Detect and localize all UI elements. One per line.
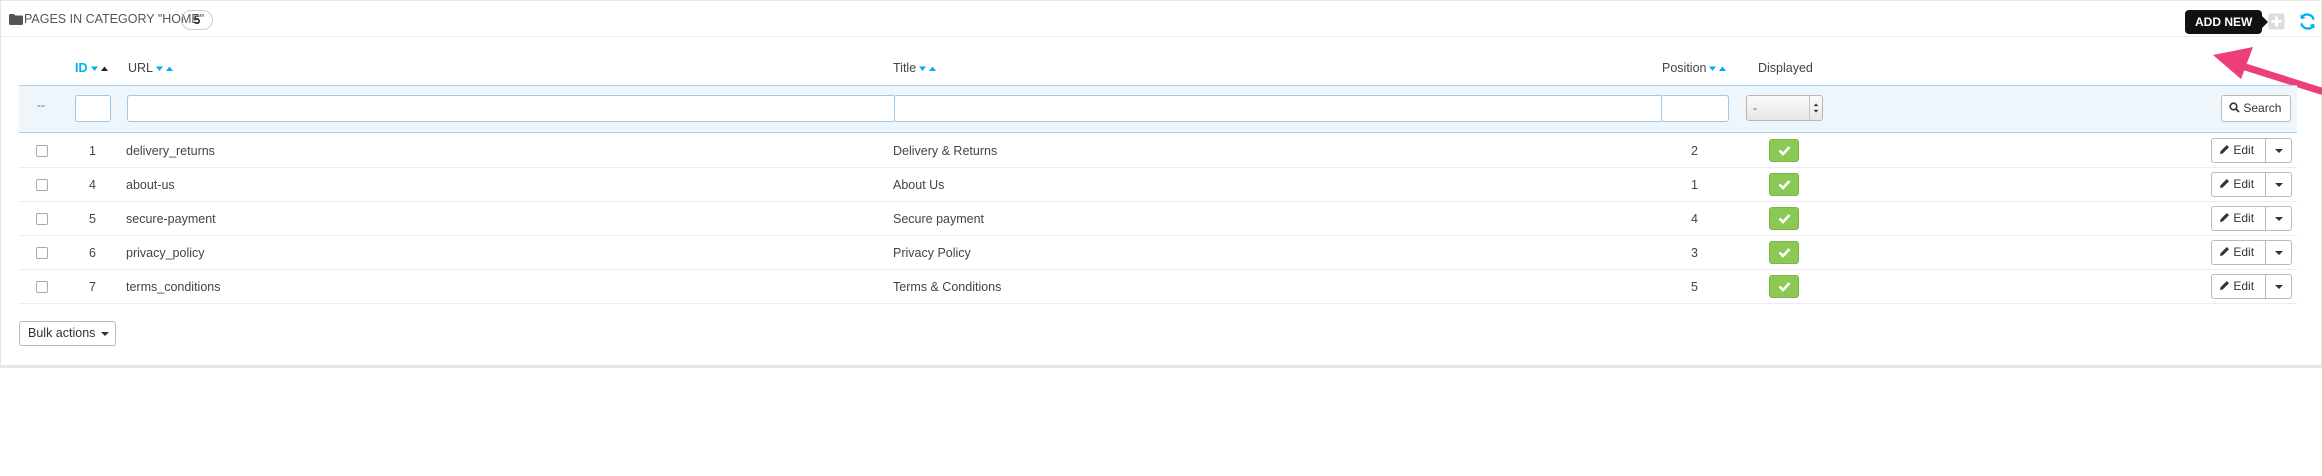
- displayed-toggle[interactable]: [1769, 139, 1799, 162]
- row-url: delivery_returns: [126, 144, 215, 158]
- check-icon: [1778, 146, 1791, 156]
- row-url: secure-payment: [126, 212, 216, 226]
- pencil-icon: [2220, 281, 2229, 290]
- table-row: 7 terms_conditions Terms & Conditions 5 …: [19, 270, 2297, 304]
- caret-down-icon: [2275, 285, 2283, 289]
- column-header-url[interactable]: URL: [128, 61, 175, 75]
- search-button[interactable]: Search: [2221, 95, 2291, 122]
- row-position: 3: [1691, 246, 1698, 260]
- pencil-icon: [2220, 179, 2229, 188]
- row-checkbox[interactable]: [36, 179, 48, 191]
- edit-button[interactable]: Edit: [2211, 240, 2266, 265]
- row-id: 5: [89, 212, 96, 226]
- check-icon: [1778, 180, 1791, 190]
- filter-row: -- - Search: [19, 85, 2297, 133]
- displayed-toggle[interactable]: [1769, 241, 1799, 264]
- table-row: 4 about-us About Us 1 Edit: [19, 168, 2297, 202]
- row-id: 4: [89, 178, 96, 192]
- caret-down-icon: [2275, 217, 2283, 221]
- row-id: 6: [89, 246, 96, 260]
- url-filter-input[interactable]: [127, 95, 896, 122]
- pencil-icon: [2220, 247, 2229, 256]
- cms-pages-panel: PAGES IN CATEGORY "HOME" 5 ADD NEW ID UR…: [0, 0, 2322, 368]
- bulk-select-placeholder: --: [37, 98, 45, 112]
- add-new-tooltip: ADD NEW: [2185, 10, 2269, 34]
- row-title: Terms & Conditions: [893, 280, 1002, 294]
- row-url: about-us: [126, 178, 175, 192]
- edit-button[interactable]: Edit: [2211, 138, 2266, 163]
- table-row: 1 delivery_returns Delivery & Returns 2 …: [19, 134, 2297, 168]
- row-checkbox[interactable]: [36, 281, 48, 293]
- sort-arrows-icon[interactable]: [90, 65, 110, 73]
- row-title: Delivery & Returns: [893, 144, 998, 158]
- folder-icon: [9, 14, 23, 25]
- id-filter-input[interactable]: [75, 95, 111, 122]
- row-actions-dropdown[interactable]: [2265, 240, 2292, 265]
- caret-down-icon: [2275, 251, 2283, 255]
- row-actions-dropdown[interactable]: [2265, 274, 2292, 299]
- panel-title: PAGES IN CATEGORY "HOME": [24, 12, 205, 26]
- displayed-toggle[interactable]: [1769, 275, 1799, 298]
- pencil-icon: [2220, 213, 2229, 222]
- check-icon: [1778, 248, 1791, 258]
- row-actions-dropdown[interactable]: [2265, 138, 2292, 163]
- row-position: 5: [1691, 280, 1698, 294]
- plus-icon[interactable]: [2268, 13, 2285, 30]
- table-row: 5 secure-payment Secure payment 4 Edit: [19, 202, 2297, 236]
- row-checkbox[interactable]: [36, 213, 48, 225]
- row-actions-dropdown[interactable]: [2265, 206, 2292, 231]
- table-row: 6 privacy_policy Privacy Policy 3 Edit: [19, 236, 2297, 270]
- title-filter-input[interactable]: [894, 95, 1663, 122]
- check-icon: [1778, 282, 1791, 292]
- row-checkbox[interactable]: [36, 247, 48, 259]
- caret-down-icon: [101, 332, 109, 336]
- select-arrows-icon: [1809, 96, 1819, 120]
- displayed-filter-select[interactable]: -: [1746, 95, 1823, 121]
- row-position: 2: [1691, 144, 1698, 158]
- column-header-displayed: Displayed: [1758, 61, 1813, 75]
- displayed-filter-value: -: [1753, 101, 1757, 115]
- position-filter-input[interactable]: [1661, 95, 1729, 122]
- column-header-title[interactable]: Title: [893, 61, 938, 75]
- sort-arrows-icon[interactable]: [918, 65, 938, 73]
- bulk-actions-button[interactable]: Bulk actions: [19, 321, 116, 346]
- pencil-icon: [2220, 145, 2229, 154]
- sort-arrows-icon[interactable]: [155, 65, 175, 73]
- row-id: 7: [89, 280, 96, 294]
- edit-button[interactable]: Edit: [2211, 274, 2266, 299]
- edit-button[interactable]: Edit: [2211, 172, 2266, 197]
- row-title: Secure payment: [893, 212, 985, 226]
- row-id: 1: [89, 144, 96, 158]
- row-url: privacy_policy: [126, 246, 205, 260]
- row-title: Privacy Policy: [893, 246, 971, 260]
- row-actions-dropdown[interactable]: [2265, 172, 2292, 197]
- row-url: terms_conditions: [126, 280, 221, 294]
- column-header-position[interactable]: Position: [1662, 61, 1728, 75]
- row-title: About Us: [893, 178, 945, 192]
- refresh-icon[interactable]: [2298, 12, 2317, 31]
- displayed-toggle[interactable]: [1769, 173, 1799, 196]
- row-checkbox[interactable]: [36, 145, 48, 157]
- caret-down-icon: [2275, 183, 2283, 187]
- edit-button[interactable]: Edit: [2211, 206, 2266, 231]
- check-icon: [1778, 214, 1791, 224]
- sort-arrows-icon[interactable]: [1708, 65, 1728, 73]
- row-position: 4: [1691, 212, 1698, 226]
- panel-heading: PAGES IN CATEGORY "HOME" 5 ADD NEW: [1, 1, 2321, 37]
- row-position: 1: [1691, 178, 1698, 192]
- search-icon: [2229, 102, 2240, 113]
- page-count-badge: 5: [181, 10, 213, 30]
- column-header-id[interactable]: ID: [75, 61, 110, 75]
- displayed-toggle[interactable]: [1769, 207, 1799, 230]
- caret-down-icon: [2275, 149, 2283, 153]
